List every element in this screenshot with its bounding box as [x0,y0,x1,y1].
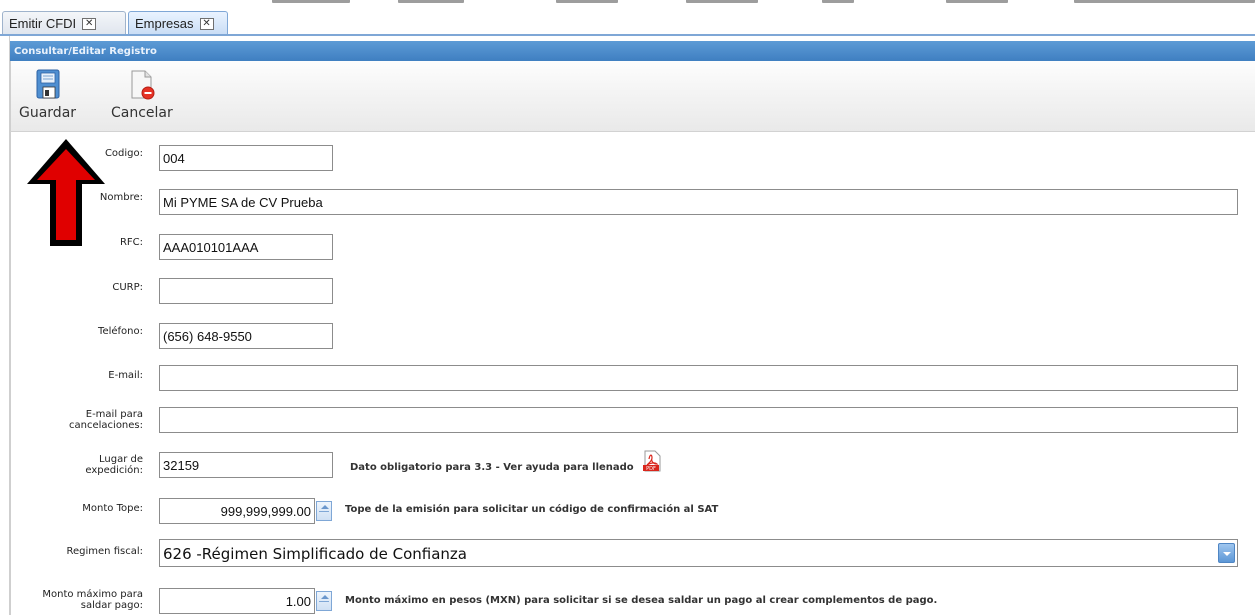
regimen-label: Regimen fiscal: [66,546,143,557]
up-arrow-annotation-icon [27,139,105,246]
chevron-down-icon[interactable] [1218,543,1235,563]
lugar-hint: Dato obligatorio para 3.3 - Ver ayuda pa… [350,462,634,473]
monto-max-hint: Monto máximo en pesos (MXN) para solicit… [345,595,938,606]
email-cancel-label-line1: E-mail para [85,409,143,420]
lugar-label-line1: Lugar de [99,454,143,465]
save-button[interactable]: Guardar [19,69,76,121]
svg-text:PDF: PDF [646,466,656,472]
cancel-document-icon [131,70,155,100]
monto-max-label: Monto máximo para saldar pago: [11,589,143,611]
telefono-field[interactable]: (656) 648-9550 [159,323,333,349]
rfc-field[interactable]: AAA010101AAA [159,234,333,260]
form: Codigo: 004 Nombre: Mi PYME SA de CV Pru… [10,132,1255,615]
cut-off-header-text [946,0,1008,3]
tab-emitir-cfdi[interactable]: Emitir CFDI ✕ [2,11,126,35]
left-border [9,36,10,615]
monto-tope-field[interactable]: 999,999,999.00 [159,498,315,524]
cancel-button[interactable]: Cancelar [111,69,173,121]
curp-field[interactable] [159,278,333,304]
email-cancel-field[interactable] [159,407,1238,433]
monto-tope-spinner[interactable] [316,501,332,521]
save-icon [36,69,60,99]
close-icon[interactable]: ✕ [82,17,97,30]
cut-off-header-text [822,0,854,3]
tab-label: Emitir CFDI [9,16,77,31]
close-icon[interactable]: ✕ [199,17,214,30]
toolbar: Guardar Cancelar [10,61,1255,132]
save-label: Guardar [19,105,77,121]
email-cancel-label: E-mail para cancelaciones: [31,409,143,431]
edit-panel: Consultar/Editar Registro Guardar Cancel… [0,36,1255,615]
cut-off-header-text [686,0,758,3]
tab-label: Empresas [135,16,194,31]
tab-bar: Emitir CFDI ✕ Empresas ✕ [0,0,1255,36]
lugar-field[interactable]: 32159 [159,452,333,478]
regimen-selected-value: 626 -Régimen Simplificado de Confianza [163,545,467,563]
monto-tope-hint: Tope de la emisión para solicitar un cód… [345,504,719,515]
lugar-label: Lugar de expedición: [31,454,143,476]
regimen-select[interactable]: 626 -Régimen Simplificado de Confianza [159,539,1238,567]
email-field[interactable] [159,365,1238,391]
nombre-field[interactable]: Mi PYME SA de CV Prueba [159,189,1238,215]
cancel-label: Cancelar [111,105,173,121]
cut-off-header-text [1074,0,1255,3]
email-cancel-label-line2: cancelaciones: [69,420,143,431]
cut-off-header-text [556,0,618,3]
telefono-label: Teléfono: [98,326,143,337]
panel-title: Consultar/Editar Registro [10,41,1255,61]
codigo-field[interactable]: 004 [159,145,333,171]
tab-empresas[interactable]: Empresas ✕ [128,11,228,35]
monto-max-field[interactable]: 1.00 [159,588,315,614]
monto-max-label-line1: Monto máximo para [42,589,143,600]
cut-off-header-text [272,0,350,3]
lugar-label-line2: expedición: [85,465,143,476]
curp-label: CURP: [112,282,143,293]
monto-max-spinner[interactable] [316,591,332,611]
email-label: E-mail: [108,370,143,381]
monto-tope-label: Monto Tope: [82,503,143,514]
monto-max-label-line2: saldar pago: [80,600,143,611]
pdf-help-icon[interactable]: PDF [641,450,663,472]
cut-off-header-text [398,0,464,3]
